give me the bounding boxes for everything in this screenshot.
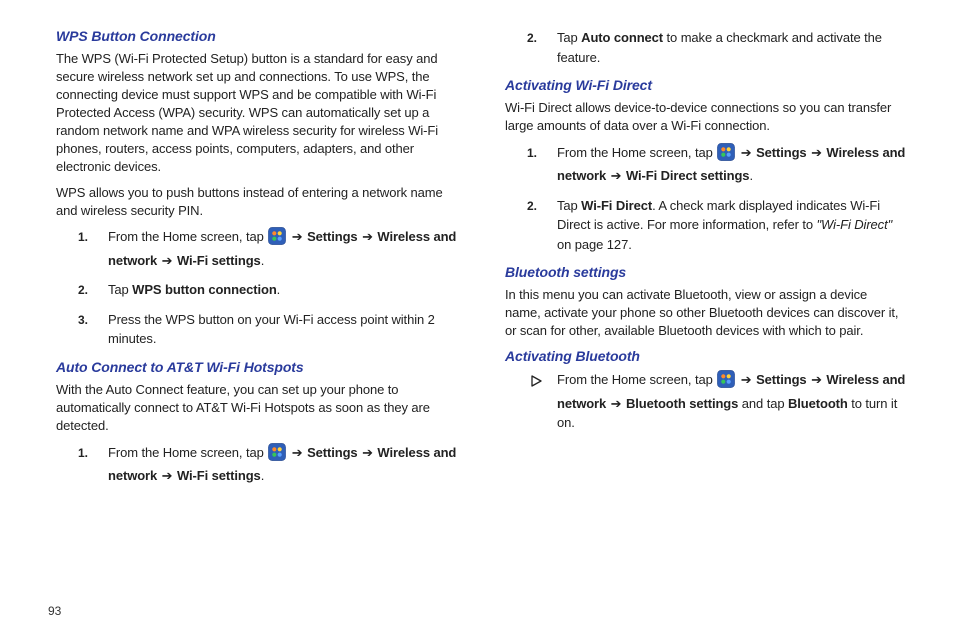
single-step: From the Home screen, tap ➔ Settings ➔ W… bbox=[527, 370, 906, 433]
heading-auto-connect: Auto Connect to AT&T Wi-Fi Hotspots bbox=[56, 359, 457, 375]
ui-label: Bluetooth bbox=[788, 396, 848, 411]
body-text: The WPS (Wi-Fi Protected Setup) button i… bbox=[56, 50, 457, 176]
apps-icon bbox=[268, 443, 286, 467]
arrow-icon: ➔ bbox=[810, 145, 823, 160]
step-item: From the Home screen, tap ➔ Settings ➔ W… bbox=[527, 143, 906, 186]
arrow-icon: ➔ bbox=[291, 445, 304, 460]
arrow-icon: ➔ bbox=[361, 445, 374, 460]
heading-bluetooth-settings: Bluetooth settings bbox=[505, 264, 906, 280]
step-item: From the Home screen, tap ➔ Settings ➔ W… bbox=[78, 227, 457, 270]
arrow-icon: ➔ bbox=[810, 372, 823, 387]
arrow-icon: ➔ bbox=[161, 468, 174, 483]
right-column: Tap Auto connect to make a checkmark and… bbox=[497, 26, 906, 496]
ui-label: WPS button connection bbox=[132, 282, 277, 297]
nav-path: Wi-Fi settings bbox=[177, 253, 261, 268]
nav-path: Wi-Fi settings bbox=[177, 468, 261, 483]
body-text: WPS allows you to push buttons instead o… bbox=[56, 184, 457, 220]
ui-label: Auto connect bbox=[581, 30, 663, 45]
step-item: Tap Wi-Fi Direct. A check mark displayed… bbox=[527, 196, 906, 255]
step-fragment: and tap bbox=[738, 396, 788, 411]
step-fragment: From the Home screen, tap bbox=[108, 229, 267, 244]
arrow-icon: ➔ bbox=[361, 229, 374, 244]
step-fragment: From the Home screen, tap bbox=[557, 372, 716, 387]
ordered-steps: From the Home screen, tap ➔ Settings ➔ W… bbox=[78, 227, 457, 349]
body-text: With the Auto Connect feature, you can s… bbox=[56, 381, 457, 435]
period: . bbox=[749, 168, 753, 183]
step-fragment: Tap bbox=[108, 282, 132, 297]
nav-path: Settings bbox=[756, 145, 810, 160]
step-fragment: Tap bbox=[557, 30, 581, 45]
left-column: WPS Button Connection The WPS (Wi-Fi Pro… bbox=[48, 26, 457, 496]
period: . bbox=[277, 282, 281, 297]
ordered-steps-continued: Tap Auto connect to make a checkmark and… bbox=[527, 28, 906, 67]
nav-path: Wi-Fi Direct settings bbox=[626, 168, 749, 183]
ui-label: Wi-Fi Direct bbox=[581, 198, 652, 213]
step-fragment: on page 127. bbox=[557, 237, 632, 252]
nav-path: Bluetooth settings bbox=[626, 396, 738, 411]
step-item: From the Home screen, tap ➔ Settings ➔ W… bbox=[78, 443, 457, 486]
period: . bbox=[261, 253, 265, 268]
heading-activating-bluetooth: Activating Bluetooth bbox=[505, 348, 906, 364]
body-text: In this menu you can activate Bluetooth,… bbox=[505, 286, 906, 340]
step-fragment: From the Home screen, tap bbox=[108, 445, 267, 460]
arrow-icon: ➔ bbox=[740, 145, 753, 160]
apps-icon bbox=[717, 370, 735, 394]
step-item: Tap Auto connect to make a checkmark and… bbox=[527, 28, 906, 67]
nav-path: Settings bbox=[756, 372, 810, 387]
step-fragment: Tap bbox=[557, 198, 581, 213]
ordered-steps: From the Home screen, tap ➔ Settings ➔ W… bbox=[78, 443, 457, 486]
arrow-icon: ➔ bbox=[291, 229, 304, 244]
heading-wifi-direct: Activating Wi-Fi Direct bbox=[505, 77, 906, 93]
two-column-layout: WPS Button Connection The WPS (Wi-Fi Pro… bbox=[48, 26, 906, 496]
ordered-steps: From the Home screen, tap ➔ Settings ➔ W… bbox=[527, 143, 906, 255]
period: . bbox=[261, 468, 265, 483]
arrow-icon: ➔ bbox=[740, 372, 753, 387]
heading-wps: WPS Button Connection bbox=[56, 28, 457, 44]
triangle-bullet-icon bbox=[530, 373, 542, 393]
page-number: 93 bbox=[48, 604, 61, 618]
step-item: Press the WPS button on your Wi-Fi acces… bbox=[78, 310, 457, 349]
manual-page: WPS Button Connection The WPS (Wi-Fi Pro… bbox=[0, 0, 954, 636]
nav-path: Settings bbox=[307, 229, 361, 244]
arrow-icon: ➔ bbox=[610, 168, 623, 183]
step-fragment: From the Home screen, tap bbox=[557, 145, 716, 160]
step-item: Tap WPS button connection. bbox=[78, 280, 457, 300]
arrow-icon: ➔ bbox=[610, 396, 623, 411]
apps-icon bbox=[717, 143, 735, 167]
arrow-icon: ➔ bbox=[161, 253, 174, 268]
apps-icon bbox=[268, 227, 286, 251]
body-text: Wi-Fi Direct allows device-to-device con… bbox=[505, 99, 906, 135]
reference-text: "Wi-Fi Direct" bbox=[817, 217, 893, 232]
nav-path: Settings bbox=[307, 445, 361, 460]
